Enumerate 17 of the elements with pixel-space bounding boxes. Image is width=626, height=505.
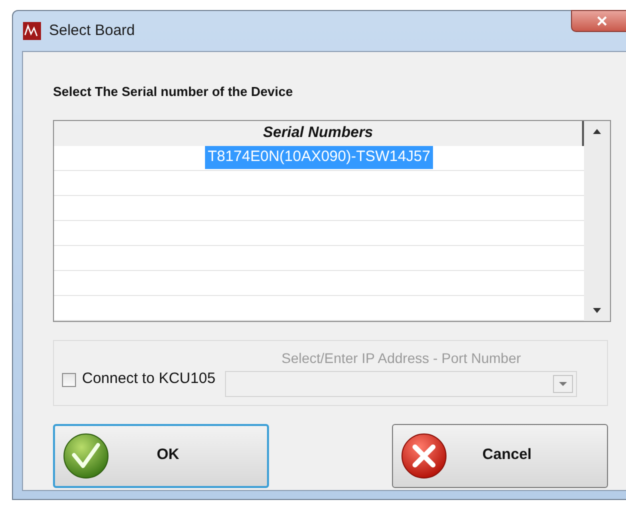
scrollbar[interactable] bbox=[584, 120, 610, 320]
close-button[interactable] bbox=[571, 10, 626, 32]
dropdown-arrow-icon bbox=[559, 382, 567, 386]
scroll-up-icon[interactable] bbox=[593, 128, 601, 134]
window-title: Select Board bbox=[49, 20, 135, 41]
prompt-label: Select The Serial number of the Device bbox=[53, 83, 294, 101]
close-icon bbox=[401, 432, 447, 478]
app-icon bbox=[23, 22, 41, 40]
ok-button[interactable]: OK bbox=[53, 424, 269, 488]
cancel-button[interactable]: Cancel bbox=[392, 424, 608, 488]
checkbox-label: Connect to KCU105 bbox=[82, 369, 216, 390]
scroll-down-icon[interactable] bbox=[593, 308, 601, 312]
checkbox[interactable] bbox=[62, 372, 76, 386]
ip-field-label: Select/Enter IP Address - Port Number bbox=[280, 349, 522, 368]
close-icon bbox=[597, 16, 607, 26]
checkmark-icon bbox=[63, 432, 109, 478]
column-header[interactable]: Serial Numbers bbox=[54, 120, 584, 146]
